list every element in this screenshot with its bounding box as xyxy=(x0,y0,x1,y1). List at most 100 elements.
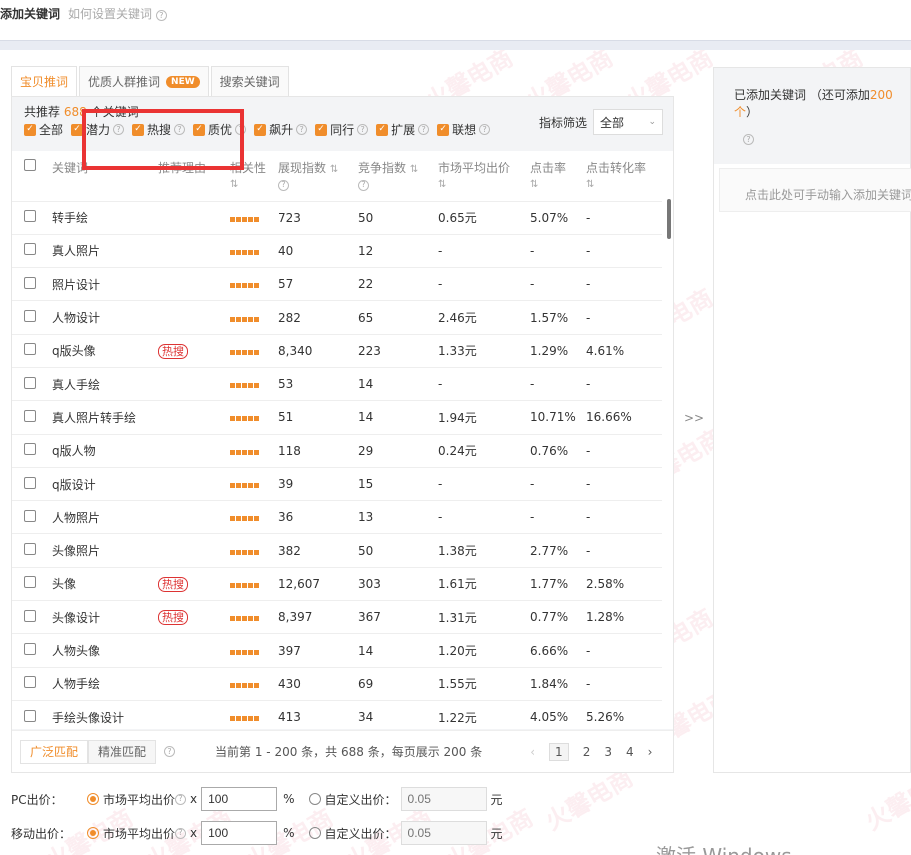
prev-page-icon[interactable]: ‹ xyxy=(530,745,535,759)
select-all-checkbox[interactable] xyxy=(24,159,36,171)
row-checkbox[interactable] xyxy=(24,409,36,422)
relevance-bar xyxy=(230,716,259,722)
help-link[interactable]: 如何设置关键词 ? xyxy=(68,5,167,22)
help-icon: ? xyxy=(164,746,176,757)
price-cell: 1.55元 xyxy=(438,666,530,701)
page-1[interactable]: 1 xyxy=(549,742,569,761)
table-row[interactable]: 照片设计 57 22- - - xyxy=(12,267,662,301)
row-checkbox[interactable] xyxy=(24,476,36,489)
competition-cell: 29 xyxy=(358,433,438,468)
price-cell: 2.46元 xyxy=(438,300,530,335)
filter-0[interactable]: ✓ 全部 xyxy=(24,121,63,138)
col-market-price[interactable]: 市场平均出价 ⇅ xyxy=(438,151,530,201)
table-row[interactable]: 真人手绘 53 14- - - xyxy=(12,366,662,401)
row-checkbox[interactable] xyxy=(24,343,36,356)
page-2[interactable]: 2 xyxy=(583,745,591,759)
col-competition[interactable]: 竞争指数 ⇅? xyxy=(358,151,438,201)
pc-custom-input[interactable] xyxy=(400,787,487,811)
row-checkbox[interactable] xyxy=(24,709,36,722)
relevance-bar xyxy=(230,349,259,355)
row-checkbox[interactable] xyxy=(24,676,36,689)
mobile-percent-input[interactable] xyxy=(201,821,278,845)
row-checkbox[interactable] xyxy=(24,543,36,556)
row-checkbox[interactable] xyxy=(24,609,36,622)
row-checkbox[interactable] xyxy=(24,243,36,256)
multiplier: x xyxy=(190,792,198,806)
table-row[interactable]: 头像设计 热搜 8,397 367 1.31元 0.77% 1.28% xyxy=(12,600,662,634)
sort-icon: ⇅ xyxy=(409,164,419,175)
impression-cell: 118 xyxy=(278,433,358,468)
percent-sign: % xyxy=(283,792,295,806)
filter-label: 全部 xyxy=(39,123,64,137)
row-checkbox[interactable] xyxy=(24,576,36,589)
row-checkbox[interactable] xyxy=(24,509,36,522)
table-row[interactable]: 真人照片转手绘 51 14 1.94元 10.71% 16.66% xyxy=(12,400,662,435)
table-row[interactable]: 人物手绘 430 69 1.55元 1.84% - xyxy=(12,666,662,701)
row-checkbox[interactable] xyxy=(24,643,36,655)
row-checkbox[interactable] xyxy=(24,443,36,456)
table-row[interactable]: q版头像 热搜 8,340 223 1.33元 1.29% 4.61% xyxy=(12,333,662,368)
filter-4[interactable]: ✓ 飙升? xyxy=(254,121,308,138)
broad-match-button[interactable]: 广泛匹配 xyxy=(20,739,89,764)
table-row[interactable]: 头像 热搜 12,607 303 1.61元 1.77% 2.58% xyxy=(12,566,662,601)
scrollbar-thumb[interactable] xyxy=(667,199,671,239)
price-cell: - xyxy=(438,500,530,534)
pc-percent-input[interactable] xyxy=(201,787,278,811)
tab-quality-crowd[interactable]: 优质人群推词 NEW xyxy=(79,66,209,96)
row-checkbox[interactable] xyxy=(24,310,36,323)
filter-7[interactable]: ✓ 联想? xyxy=(437,121,491,138)
filter-5[interactable]: ✓ 同行? xyxy=(315,121,369,138)
col-cvr[interactable]: 点击转化率 ⇅ xyxy=(586,151,662,201)
price-cell: 1.31元 xyxy=(438,600,530,634)
hot-badge: 热搜 xyxy=(158,576,188,592)
table-row[interactable]: 头像照片 382 50 1.38元 2.77% - xyxy=(12,533,662,568)
row-checkbox[interactable] xyxy=(24,276,36,289)
filter-6[interactable]: ✓ 扩展? xyxy=(376,121,430,138)
custom-price-radio[interactable] xyxy=(308,793,321,805)
impression-cell: 397 xyxy=(278,633,358,668)
market-price-label: 市场平均出价 xyxy=(103,792,176,807)
keyword-cell: 照片设计 xyxy=(52,267,158,301)
table-row[interactable]: 人物照片 36 13- - - xyxy=(12,500,662,534)
ctr-cell: 0.76% xyxy=(530,433,586,468)
manual-keyword-input[interactable]: 点击此处可手动输入添加关键词 xyxy=(719,168,911,212)
metric-select[interactable]: 全部 ⌄ xyxy=(593,109,663,135)
tab-item-recommend[interactable]: 宝贝推词 xyxy=(11,66,78,96)
col-impression[interactable]: 展现指数 ⇅? xyxy=(278,151,358,201)
mobile-custom-input[interactable] xyxy=(400,821,487,845)
page-3[interactable]: 3 xyxy=(604,745,612,759)
ctr-cell: 0.77% xyxy=(530,600,586,634)
row-checkbox[interactable] xyxy=(24,210,36,223)
metric-filter-label: 指标筛选 xyxy=(538,115,587,130)
price-cell: 1.38元 xyxy=(438,533,530,568)
mobile-bid-label: 移动出价： xyxy=(11,826,72,841)
competition-cell: 14 xyxy=(358,400,438,435)
market-price-radio[interactable] xyxy=(87,827,99,839)
row-checkbox[interactable] xyxy=(24,376,36,389)
price-cell: - xyxy=(438,267,530,301)
table-row[interactable]: q版设计 39 15- - - xyxy=(12,466,662,501)
next-page-icon[interactable]: › xyxy=(648,745,653,759)
relevance-bar xyxy=(230,283,259,289)
help-icon: ? xyxy=(296,124,308,135)
page-4[interactable]: 4 xyxy=(626,745,634,759)
market-price-radio[interactable] xyxy=(87,793,99,805)
table-row[interactable]: q版人物 118 29 0.24元 0.76% - xyxy=(12,433,662,468)
ctr-cell: 5.07% xyxy=(530,200,586,235)
table-row[interactable]: 真人照片 40 12- - - xyxy=(12,233,662,268)
tab-search-keyword[interactable]: 搜索关键词 xyxy=(210,66,289,96)
price-cell: 1.94元 xyxy=(438,400,530,435)
table-row[interactable]: 手绘头像设计 413 34 1.22元 4.05% 5.26% xyxy=(12,699,662,729)
exact-match-button[interactable]: 精准匹配 xyxy=(88,739,157,764)
checkbox-checked-icon: ✓ xyxy=(24,123,36,136)
col-ctr[interactable]: 点击率 ⇅ xyxy=(530,151,586,201)
impression-cell: 413 xyxy=(278,699,358,729)
table-row[interactable]: 人物设计 282 65 2.46元 1.57% - xyxy=(12,300,662,335)
custom-price-radio[interactable] xyxy=(308,827,321,839)
table-row[interactable]: 转手绘 723 50 0.65元 5.07% - xyxy=(12,200,662,235)
table-row[interactable]: 人物头像 397 14 1.20元 6.66% - xyxy=(12,633,662,668)
added-keywords-panel: 已添加关键词 （还可添加200个） ? 点击此处可手动输入添加关键词 xyxy=(713,67,911,773)
add-arrow-icon[interactable]: >> xyxy=(684,411,704,425)
highlight-box xyxy=(82,109,244,170)
relevance-bar xyxy=(230,616,259,622)
